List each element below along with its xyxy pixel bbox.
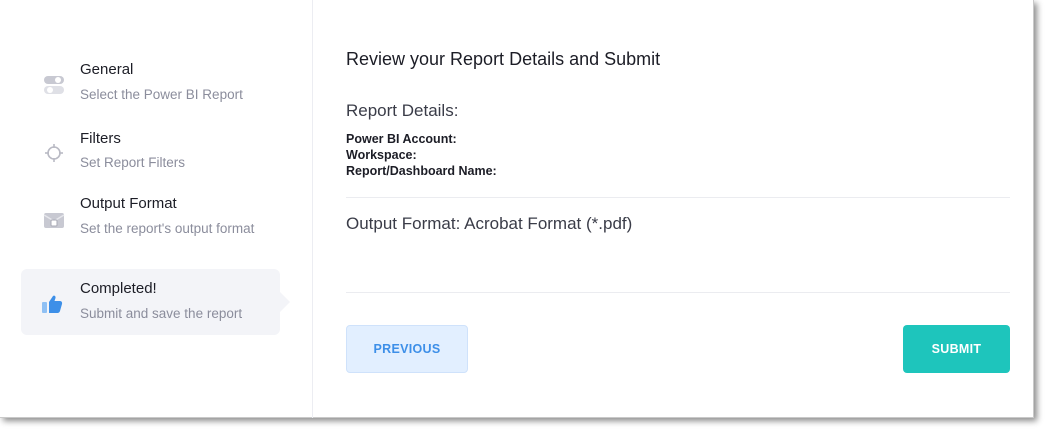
- step-description: Set the report's output format: [80, 221, 255, 236]
- wizard-steps-sidebar: General Select the Power BI Report Filte…: [0, 0, 313, 418]
- toggle-icon: [43, 74, 65, 96]
- step-description: Submit and save the report: [80, 306, 243, 321]
- step-title: Output Format: [80, 195, 177, 212]
- detail-power-bi-account: Power BI Account:: [346, 132, 457, 146]
- detail-report-name: Report/Dashboard Name:: [346, 164, 497, 178]
- detail-label: Report/Dashboard Name:: [346, 164, 497, 178]
- step-completed[interactable]: Completed! Submit and save the report: [21, 269, 290, 335]
- step-title: General: [80, 61, 134, 78]
- previous-button[interactable]: PREVIOUS: [346, 325, 468, 373]
- thumbs-up-icon: [41, 293, 63, 315]
- step-output-format[interactable]: Output Format Set the report's output fo…: [21, 190, 280, 260]
- output-format-value: Acrobat Format (*.pdf): [464, 214, 633, 233]
- output-format-summary: Output Format: Acrobat Format (*.pdf): [346, 214, 632, 234]
- detail-workspace: Workspace:: [346, 148, 417, 162]
- divider: [346, 197, 1010, 198]
- step-title: Filters: [80, 130, 121, 147]
- detail-label: Power BI Account:: [346, 132, 457, 146]
- divider: [346, 292, 1010, 293]
- page-title: Review your Report Details and Submit: [346, 49, 661, 69]
- step-filters[interactable]: Filters Set Report Filters: [21, 124, 280, 180]
- crosshair-icon: [43, 142, 65, 164]
- step-title: Completed!: [80, 280, 157, 297]
- detail-label: Workspace:: [346, 148, 417, 162]
- step-description: Set Report Filters: [80, 155, 186, 170]
- report-details-heading: Report Details:: [346, 101, 459, 120]
- review-section: Review your Report Details and Submit Re…: [346, 0, 1010, 418]
- step-description: Select the Power BI Report: [80, 87, 243, 102]
- envelope-icon: [43, 209, 65, 231]
- wizard-panel: General Select the Power BI Report Filte…: [0, 0, 1034, 418]
- step-general[interactable]: General Select the Power BI Report: [21, 56, 280, 112]
- output-format-label: Output Format:: [346, 214, 461, 233]
- submit-button[interactable]: SUBMIT: [903, 325, 1010, 373]
